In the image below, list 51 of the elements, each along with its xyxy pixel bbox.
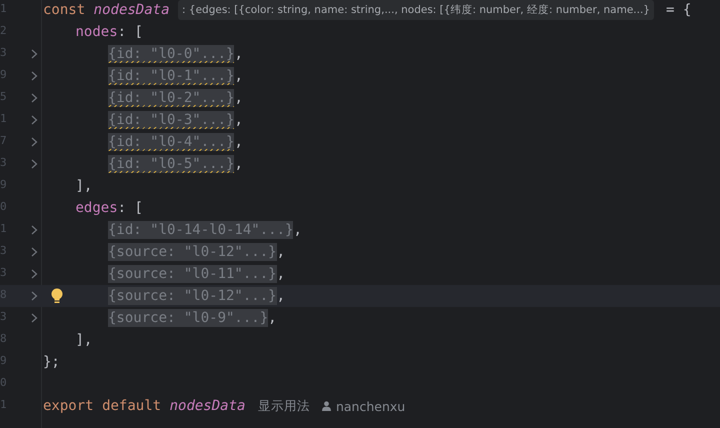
folded-code[interactable]: {id: "l0-2"...}: [108, 89, 234, 107]
code-punctuation: ],: [76, 332, 92, 348]
code-punctuation: ,: [234, 134, 243, 150]
code-punctuation: : [: [118, 24, 143, 40]
code-variable: nodesData: [94, 2, 170, 18]
expand-chevron-icon[interactable]: [31, 93, 38, 103]
expand-chevron-icon[interactable]: [31, 247, 38, 257]
folded-code[interactable]: {id: "l0-5"...}: [108, 155, 234, 173]
folded-code[interactable]: {source: "l0-12"...}: [108, 243, 277, 261]
code-keyword: default: [102, 398, 162, 414]
expand-chevron-icon[interactable]: [31, 291, 38, 301]
expand-chevron-icon[interactable]: [31, 115, 38, 125]
folded-code[interactable]: {source: "l0-9"...}: [108, 309, 268, 327]
folded-code[interactable]: {id: "l0-4"...}: [108, 133, 234, 151]
usages-link[interactable]: 显示用法: [258, 398, 310, 414]
code-keyword: const: [43, 2, 86, 18]
code-punctuation: ,: [293, 222, 302, 238]
expand-chevron-icon[interactable]: [31, 71, 38, 81]
code-punctuation: ,: [234, 156, 243, 172]
code-variable: nodesData: [170, 398, 246, 414]
code-keyword: export: [43, 398, 94, 414]
lightbulb-icon[interactable]: [51, 288, 63, 304]
code-punctuation: ,: [234, 46, 243, 62]
expand-chevron-icon[interactable]: [31, 49, 38, 59]
folded-code[interactable]: {id: "l0-3"...}: [108, 111, 234, 129]
code-property: nodes: [76, 24, 118, 40]
code-property: edges: [76, 200, 118, 216]
code-punctuation: ,: [276, 266, 286, 282]
code-punctuation: ,: [276, 288, 286, 304]
code-punctuation: ,: [234, 90, 243, 106]
folded-code[interactable]: {id: "l0-0"...}: [108, 45, 234, 63]
code-punctuation: };: [43, 354, 60, 370]
code-punctuation: ],: [76, 178, 92, 194]
folded-code[interactable]: {id: "l0-14-l0-14"...}: [108, 221, 294, 239]
code-punctuation: : [: [118, 200, 143, 216]
expand-chevron-icon[interactable]: [31, 137, 38, 147]
code-punctuation: = {: [666, 2, 692, 18]
code-punctuation: ,: [234, 68, 243, 84]
code-punctuation: ,: [268, 310, 277, 326]
code-punctuation: ,: [276, 244, 286, 260]
author-name[interactable]: nanchenxu: [336, 398, 406, 414]
expand-chevron-icon[interactable]: [31, 269, 38, 279]
folded-code[interactable]: {source: "l0-12"...}: [108, 287, 277, 305]
folded-code[interactable]: {source: "l0-11"...}: [108, 265, 277, 283]
expand-chevron-icon[interactable]: [31, 313, 38, 323]
type-hint: : {edges: [{color: string, name: string,..., nodes: [{纬度: number, 经度: number, name...}: [178, 0, 654, 20]
person-icon: [322, 401, 331, 411]
expand-chevron-icon[interactable]: [31, 225, 38, 235]
folded-code[interactable]: {id: "l0-1"...}: [108, 67, 234, 85]
code-punctuation: ,: [234, 112, 243, 128]
expand-chevron-icon[interactable]: [31, 159, 38, 169]
